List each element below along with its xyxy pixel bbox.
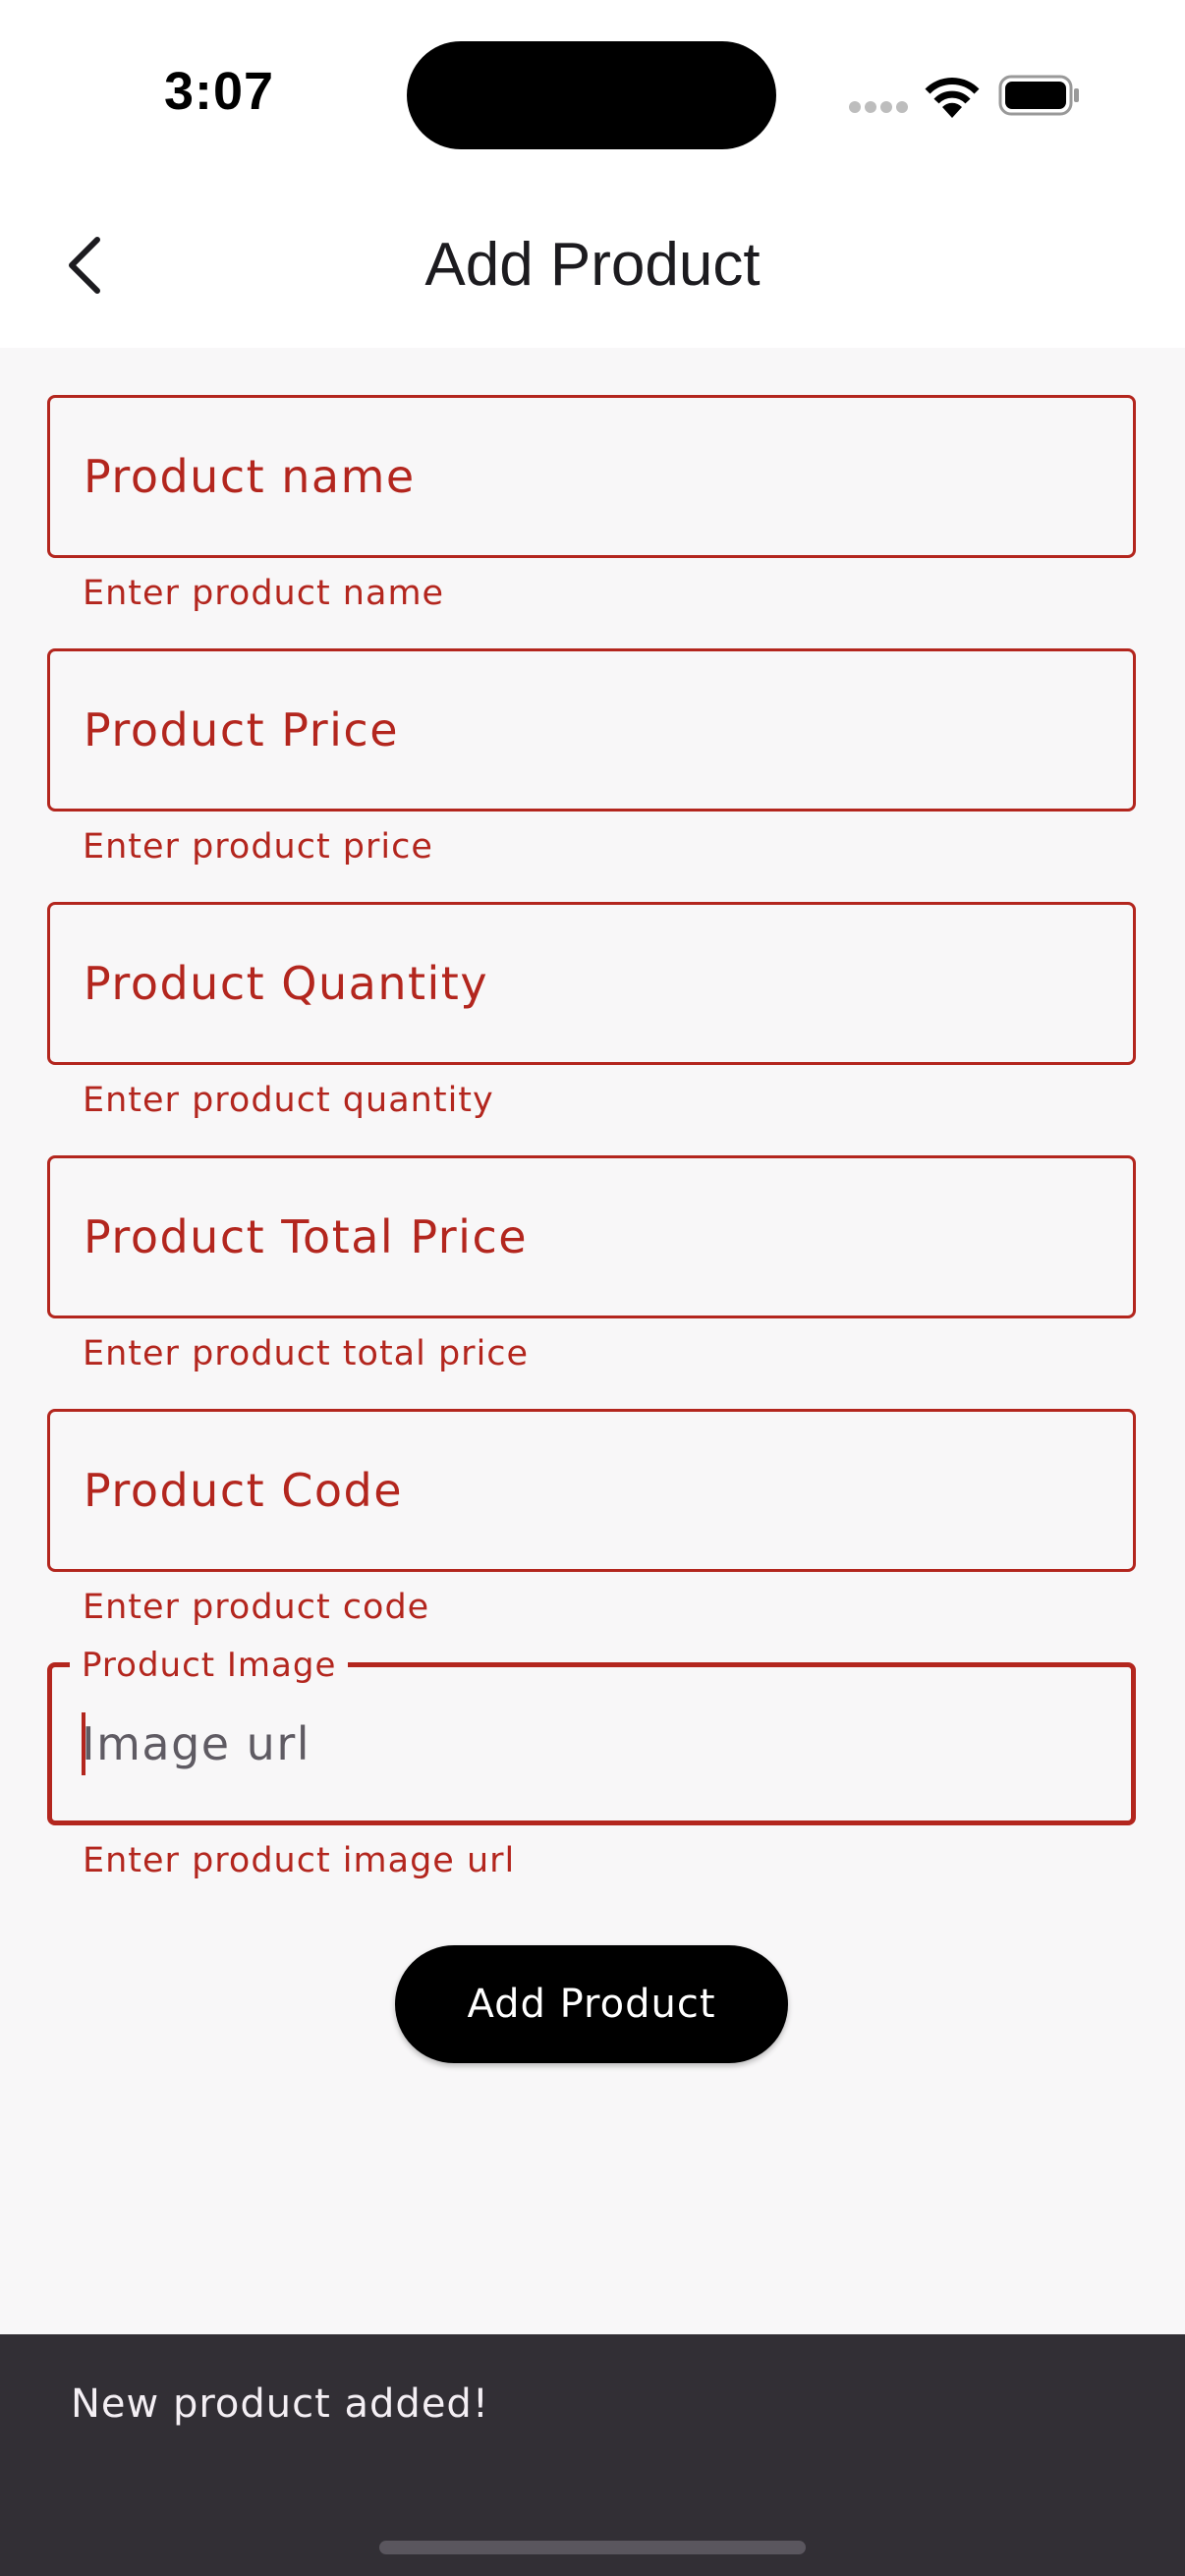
product-price-label: Product Price xyxy=(84,703,399,756)
snackbar-message: New product added! xyxy=(71,2381,489,2427)
product-code-field[interactable]: Product Code xyxy=(47,1409,1136,1572)
snackbar: New product added! xyxy=(0,2334,1185,2576)
product-image-input[interactable] xyxy=(82,1667,1103,1820)
status-bar: 3:07 xyxy=(0,0,1185,187)
text-cursor xyxy=(82,1712,85,1775)
product-name-helper: Enter product name xyxy=(83,574,445,613)
signal-icon xyxy=(849,101,908,115)
product-image-helper: Enter product image url xyxy=(83,1841,516,1880)
product-quantity-helper: Enter product quantity xyxy=(83,1081,494,1120)
wifi-icon xyxy=(924,75,981,118)
product-quantity-label: Product Quantity xyxy=(84,957,489,1010)
product-price-field[interactable]: Product Price xyxy=(47,648,1136,812)
add-product-button[interactable]: Add Product xyxy=(395,1945,788,2063)
battery-icon xyxy=(998,75,1081,116)
product-quantity-field[interactable]: Product Quantity xyxy=(47,902,1136,1065)
product-name-label: Product name xyxy=(84,450,416,503)
product-name-field[interactable]: Product name xyxy=(47,395,1136,558)
page-title: Add Product xyxy=(424,231,761,299)
app-bar: Add Product xyxy=(0,187,1185,348)
product-total-price-label: Product Total Price xyxy=(84,1210,529,1263)
product-code-label: Product Code xyxy=(84,1464,404,1517)
product-image-field[interactable]: Product Image xyxy=(47,1644,1136,1825)
product-total-price-helper: Enter product total price xyxy=(83,1334,530,1373)
dynamic-island xyxy=(407,41,776,149)
status-time: 3:07 xyxy=(163,62,275,121)
product-price-helper: Enter product price xyxy=(83,827,433,867)
product-total-price-field[interactable]: Product Total Price xyxy=(47,1155,1136,1318)
product-code-helper: Enter product code xyxy=(83,1588,430,1627)
home-indicator[interactable] xyxy=(379,2541,806,2554)
